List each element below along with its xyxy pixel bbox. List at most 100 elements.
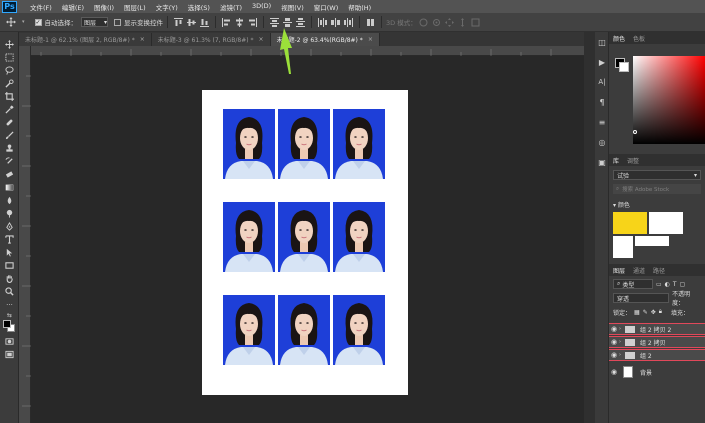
tab-layers[interactable]: 图层 (609, 266, 629, 275)
move-tool-icon[interactable] (0, 38, 19, 51)
menu-edit[interactable]: 编辑(E) (57, 2, 89, 12)
menu-file[interactable]: 文件(F) (25, 2, 57, 12)
marquee-tool-icon[interactable] (0, 51, 19, 64)
library-swatch-white-1[interactable] (649, 212, 683, 234)
blend-mode-select[interactable]: 穿透 (613, 293, 670, 303)
3d-roll-icon[interactable] (431, 17, 442, 28)
vertical-ruler[interactable] (19, 46, 31, 423)
align-left-edges-icon[interactable] (221, 17, 232, 28)
eye-icon[interactable]: ◉ (609, 338, 619, 346)
quick-selection-tool-icon[interactable] (0, 77, 19, 90)
library-swatch-yellow[interactable] (613, 212, 647, 234)
align-top-edges-icon[interactable] (173, 17, 184, 28)
brush-settings-icon[interactable]: ◎ (595, 132, 609, 152)
clone-stamp-tool-icon[interactable] (0, 142, 19, 155)
quick-mask-icon[interactable] (0, 335, 19, 348)
lasso-tool-icon[interactable] (0, 64, 19, 77)
menu-help[interactable]: 帮助(H) (343, 2, 376, 12)
zoom-tool-icon[interactable] (0, 285, 19, 298)
lock-pixels-icon[interactable]: ✎ (643, 309, 648, 316)
tab-color[interactable]: 颜色 (609, 34, 629, 43)
paragraph-panel-icon[interactable]: ¶ (595, 92, 609, 112)
filter-shape-icon[interactable]: ▢ (680, 281, 686, 288)
canvas-area[interactable] (31, 56, 584, 423)
menu-view[interactable]: 视图(V) (276, 2, 309, 12)
more-tools-icon[interactable]: ··· (0, 298, 19, 311)
layer-row[interactable]: ◉ › 组 2 拷贝 (609, 336, 705, 348)
clone-source-icon[interactable]: ▣ (595, 152, 609, 172)
eye-icon[interactable]: ◉ (609, 351, 619, 359)
library-search-input[interactable]: ⌕ 搜索 Adobe Stock (613, 184, 701, 194)
align-bottom-edges-icon[interactable] (199, 17, 210, 28)
close-icon[interactable]: × (259, 36, 264, 43)
history-panel-icon[interactable]: ◫ (595, 32, 609, 52)
move-tool-preset-icon[interactable] (0, 16, 22, 29)
horizontal-ruler[interactable] (31, 46, 584, 56)
character-panel-icon[interactable]: A| (595, 72, 609, 92)
tab-libraries[interactable]: 库 (609, 156, 623, 165)
hand-tool-icon[interactable] (0, 272, 19, 285)
3d-slide-icon[interactable] (457, 17, 468, 28)
tab-channels[interactable]: 通道 (629, 266, 649, 275)
filter-type-icon[interactable]: T (673, 281, 677, 288)
rectangle-tool-icon[interactable] (0, 259, 19, 272)
lock-position-icon[interactable]: ✥ (651, 309, 656, 316)
close-icon[interactable]: × (368, 36, 373, 43)
library-select[interactable]: 试验 ▾ (613, 170, 701, 180)
tab-swatches[interactable]: 色板 (629, 34, 649, 43)
path-selection-tool-icon[interactable] (0, 246, 19, 259)
tab-adjustments[interactable]: 调整 (623, 156, 643, 165)
filter-pixel-icon[interactable]: ▭ (656, 281, 662, 288)
align-vertical-centers-icon[interactable] (186, 17, 197, 28)
dodge-tool-icon[interactable] (0, 207, 19, 220)
layer-row[interactable]: ◉ › 组 2 (609, 349, 705, 361)
eye-icon[interactable]: ◉ (609, 325, 619, 333)
crop-tool-icon[interactable] (0, 90, 19, 103)
type-tool-icon[interactable] (0, 233, 19, 246)
color-picker-field[interactable] (633, 56, 705, 144)
distribute-left-edges-icon[interactable] (317, 17, 328, 28)
align-right-edges-icon[interactable] (247, 17, 258, 28)
menu-layer[interactable]: 图层(L) (119, 2, 151, 12)
library-swatch-white-3[interactable] (635, 236, 669, 246)
color-swatches[interactable] (0, 319, 19, 335)
library-section-colors[interactable]: ▾ 颜色 (613, 200, 701, 209)
eye-icon[interactable]: ◉ (609, 368, 619, 376)
actions-play-icon[interactable]: ▶ (595, 52, 609, 72)
brush-tool-icon[interactable] (0, 129, 19, 142)
eyedropper-tool-icon[interactable] (0, 103, 19, 116)
lock-transparent-icon[interactable]: ▦ (634, 309, 640, 316)
menu-window[interactable]: 窗口(W) (309, 2, 344, 12)
3d-rotate-icon[interactable] (418, 17, 429, 28)
color-picker-cursor[interactable] (633, 130, 637, 134)
distribute-bottom-edges-icon[interactable] (295, 17, 306, 28)
foreground-color-swatch[interactable] (3, 320, 11, 328)
menu-filter[interactable]: 滤镜(T) (215, 2, 247, 12)
show-transform-checkbox[interactable] (114, 18, 122, 26)
menu-select[interactable]: 选择(S) (183, 2, 215, 12)
distribute-horizontal-centers-icon[interactable] (330, 17, 341, 28)
auto-select-checkbox[interactable]: ✓ (34, 18, 42, 26)
blur-tool-icon[interactable] (0, 194, 19, 207)
eraser-tool-icon[interactable] (0, 168, 19, 181)
healing-brush-tool-icon[interactable] (0, 116, 19, 129)
close-icon[interactable]: × (140, 36, 145, 43)
screen-mode-icon[interactable] (0, 348, 19, 361)
align-horizontal-centers-icon[interactable] (234, 17, 245, 28)
properties-panel-icon[interactable]: ≡ (595, 112, 609, 132)
menu-image[interactable]: 图像(I) (89, 2, 119, 12)
layer-filter-select[interactable]: ⌕ 类型 (613, 279, 653, 289)
pen-tool-icon[interactable] (0, 220, 19, 233)
history-brush-tool-icon[interactable] (0, 155, 19, 168)
auto-align-layers-icon[interactable] (365, 17, 376, 28)
distribute-right-edges-icon[interactable] (343, 17, 354, 28)
auto-select-dropdown[interactable]: 图层 ▾ (81, 17, 109, 27)
3d-pan-icon[interactable] (444, 17, 455, 28)
lock-all-icon[interactable]: 🔒︎ (659, 308, 662, 316)
panel-background-swatch[interactable] (619, 62, 629, 72)
swap-colors-icon[interactable]: ⇆ (0, 311, 19, 319)
menu-3d[interactable]: 3D(D) (247, 2, 276, 12)
filter-adjustment-icon[interactable]: ◐ (665, 281, 670, 288)
document-tab-2[interactable]: 未标题-3 @ 61.3% (7, RGB/8#) * × (151, 33, 271, 46)
menu-type[interactable]: 文字(Y) (151, 2, 183, 12)
